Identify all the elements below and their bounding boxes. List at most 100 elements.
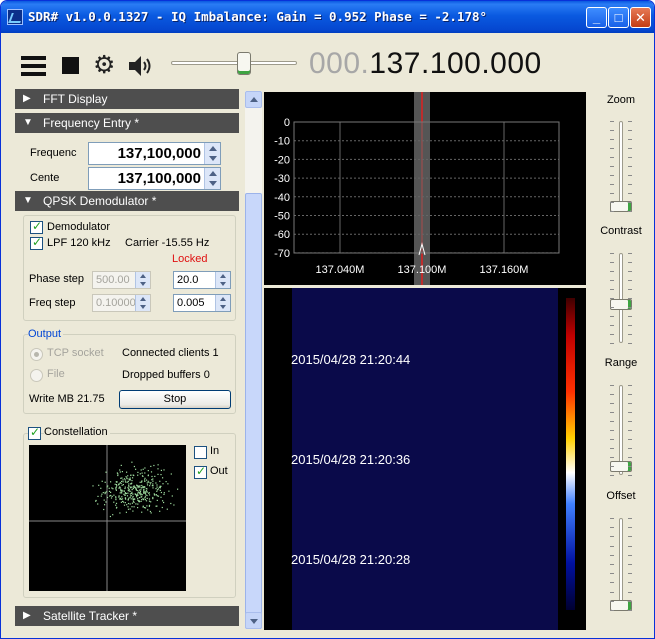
stop-button[interactable]: Stop — [119, 390, 231, 409]
constellation-point — [160, 474, 162, 476]
constellation-point — [102, 492, 104, 494]
constellation-point — [120, 464, 122, 466]
constellation-point — [152, 498, 154, 500]
constellation-point — [140, 500, 142, 502]
constellation-point — [135, 468, 137, 470]
freq-step-right-input[interactable]: 0.005 — [173, 294, 231, 312]
menu-icon[interactable] — [21, 56, 46, 76]
constellation-point — [135, 487, 137, 489]
scroll-up-button[interactable] — [245, 91, 262, 108]
contrast-slider-thumb[interactable] — [610, 299, 632, 311]
constellation-point — [121, 471, 123, 473]
frequency-display[interactable]: 000.137.100.000 — [309, 47, 542, 81]
constellation-point — [137, 507, 139, 509]
in-checkbox[interactable] — [194, 446, 207, 459]
zoom-slider-track[interactable] — [619, 121, 623, 211]
y-tick-label: -50 — [274, 211, 290, 223]
out-checkbox[interactable] — [194, 464, 207, 479]
constellation-point — [126, 471, 128, 473]
constellation-point — [156, 505, 158, 507]
slider-tick — [628, 536, 632, 538]
constellation-point — [133, 465, 135, 468]
constellation-point — [141, 484, 143, 487]
lpf-checkbox[interactable] — [30, 235, 43, 250]
constellation-point — [131, 482, 133, 484]
slider-tick — [610, 334, 614, 335]
constellation-checkbox[interactable] — [28, 425, 41, 440]
frequency-input[interactable]: 137,100,000 — [88, 142, 221, 165]
scroll-down-button[interactable] — [245, 612, 262, 629]
zoom-label: Zoom — [606, 94, 636, 106]
constellation-point — [144, 480, 146, 482]
constellation-point — [122, 481, 124, 483]
constellation-point — [177, 488, 179, 490]
title-bar[interactable]: SDR# v1.0.0.1327 - IQ Imbalance: Gain = … — [1, 1, 654, 33]
constellation-point — [146, 491, 148, 493]
constellation-point — [120, 477, 122, 479]
constellation-point — [137, 497, 139, 500]
phase-step-right-input[interactable]: 20.0 — [173, 271, 231, 289]
constellation-point — [95, 500, 97, 502]
close-button[interactable]: ✕ — [630, 7, 651, 28]
freq-step-right-spinner[interactable] — [215, 295, 230, 311]
slider-tick — [610, 262, 614, 263]
volume-slider-track[interactable] — [171, 61, 297, 65]
gear-icon[interactable]: ⚙ — [93, 53, 115, 78]
phase-step-right-spinner[interactable] — [215, 272, 230, 288]
constellation-point — [127, 481, 129, 483]
constellation-point — [143, 489, 145, 491]
maximize-button[interactable]: □ — [608, 7, 629, 28]
constellation-point — [125, 511, 127, 513]
constellation-point — [149, 485, 151, 487]
constellation-point — [168, 490, 170, 492]
constellation-point — [150, 512, 152, 514]
scroll-thumb[interactable] — [245, 193, 262, 629]
slider-tick — [610, 184, 614, 185]
sdr-window: SDR# v1.0.0.1327 - IQ Imbalance: Gain = … — [0, 0, 655, 639]
constellation-point — [123, 490, 125, 492]
center-input[interactable]: 137,100,000 — [88, 167, 221, 190]
constellation-point — [152, 480, 154, 482]
minimize-button[interactable]: _ — [586, 7, 607, 28]
output-group-label: Output — [28, 328, 64, 340]
section-qpsk-demodulator[interactable]: ▼ QPSK Demodulator * — [15, 191, 239, 211]
frequency-spinner[interactable] — [204, 143, 220, 164]
left-panel-scrollbar[interactable] — [245, 91, 262, 629]
constellation-point — [124, 497, 126, 499]
slider-tick — [628, 448, 632, 449]
offset-slider-track[interactable] — [619, 518, 623, 610]
slider-tick — [610, 211, 614, 212]
constellation-point — [171, 495, 173, 497]
constellation-point — [138, 500, 140, 502]
volume-slider-thumb[interactable] — [237, 52, 251, 75]
slider-tick — [628, 421, 632, 422]
contrast-slider-track[interactable] — [619, 253, 623, 343]
constellation-point — [118, 496, 120, 498]
constellation-point — [148, 505, 150, 507]
slider-tick — [628, 475, 632, 476]
spectrum-display[interactable]: 0 -10 -20 -30 -40 -50 -60 -70 137.040M 1… — [264, 92, 586, 285]
constellation-point — [116, 481, 118, 483]
constellation-point — [115, 487, 117, 489]
constellation-point — [153, 464, 155, 467]
frequency-label: Frequenc — [30, 147, 77, 159]
stop-icon[interactable] — [62, 57, 79, 74]
waterfall-display[interactable]: 2015/04/28 21:20:44 2015/04/28 21:20:36 … — [264, 288, 586, 630]
section-fft-display[interactable]: ▶ FFT Display — [15, 89, 239, 109]
section-frequency-entry[interactable]: ▼ Frequency Entry * — [15, 113, 239, 133]
waterfall-timestamp: 2015/04/28 21:20:44 — [291, 352, 410, 367]
constellation-point — [160, 469, 162, 471]
constellation-point — [134, 486, 136, 488]
toolbar: ⚙ 000.137.100.000 — [1, 33, 654, 91]
slider-tick — [628, 554, 632, 556]
constellation-point — [141, 487, 143, 489]
center-spinner[interactable] — [204, 168, 220, 189]
speaker-icon[interactable] — [128, 54, 154, 78]
constellation-point — [119, 498, 121, 500]
slider-tick — [610, 591, 614, 593]
demodulator-checkbox[interactable] — [30, 219, 43, 234]
constellation-point — [146, 494, 148, 497]
section-satellite-tracker[interactable]: ▶ Satellite Tracker * — [15, 606, 239, 626]
slider-tick — [610, 536, 614, 538]
slider-tick — [610, 166, 614, 167]
